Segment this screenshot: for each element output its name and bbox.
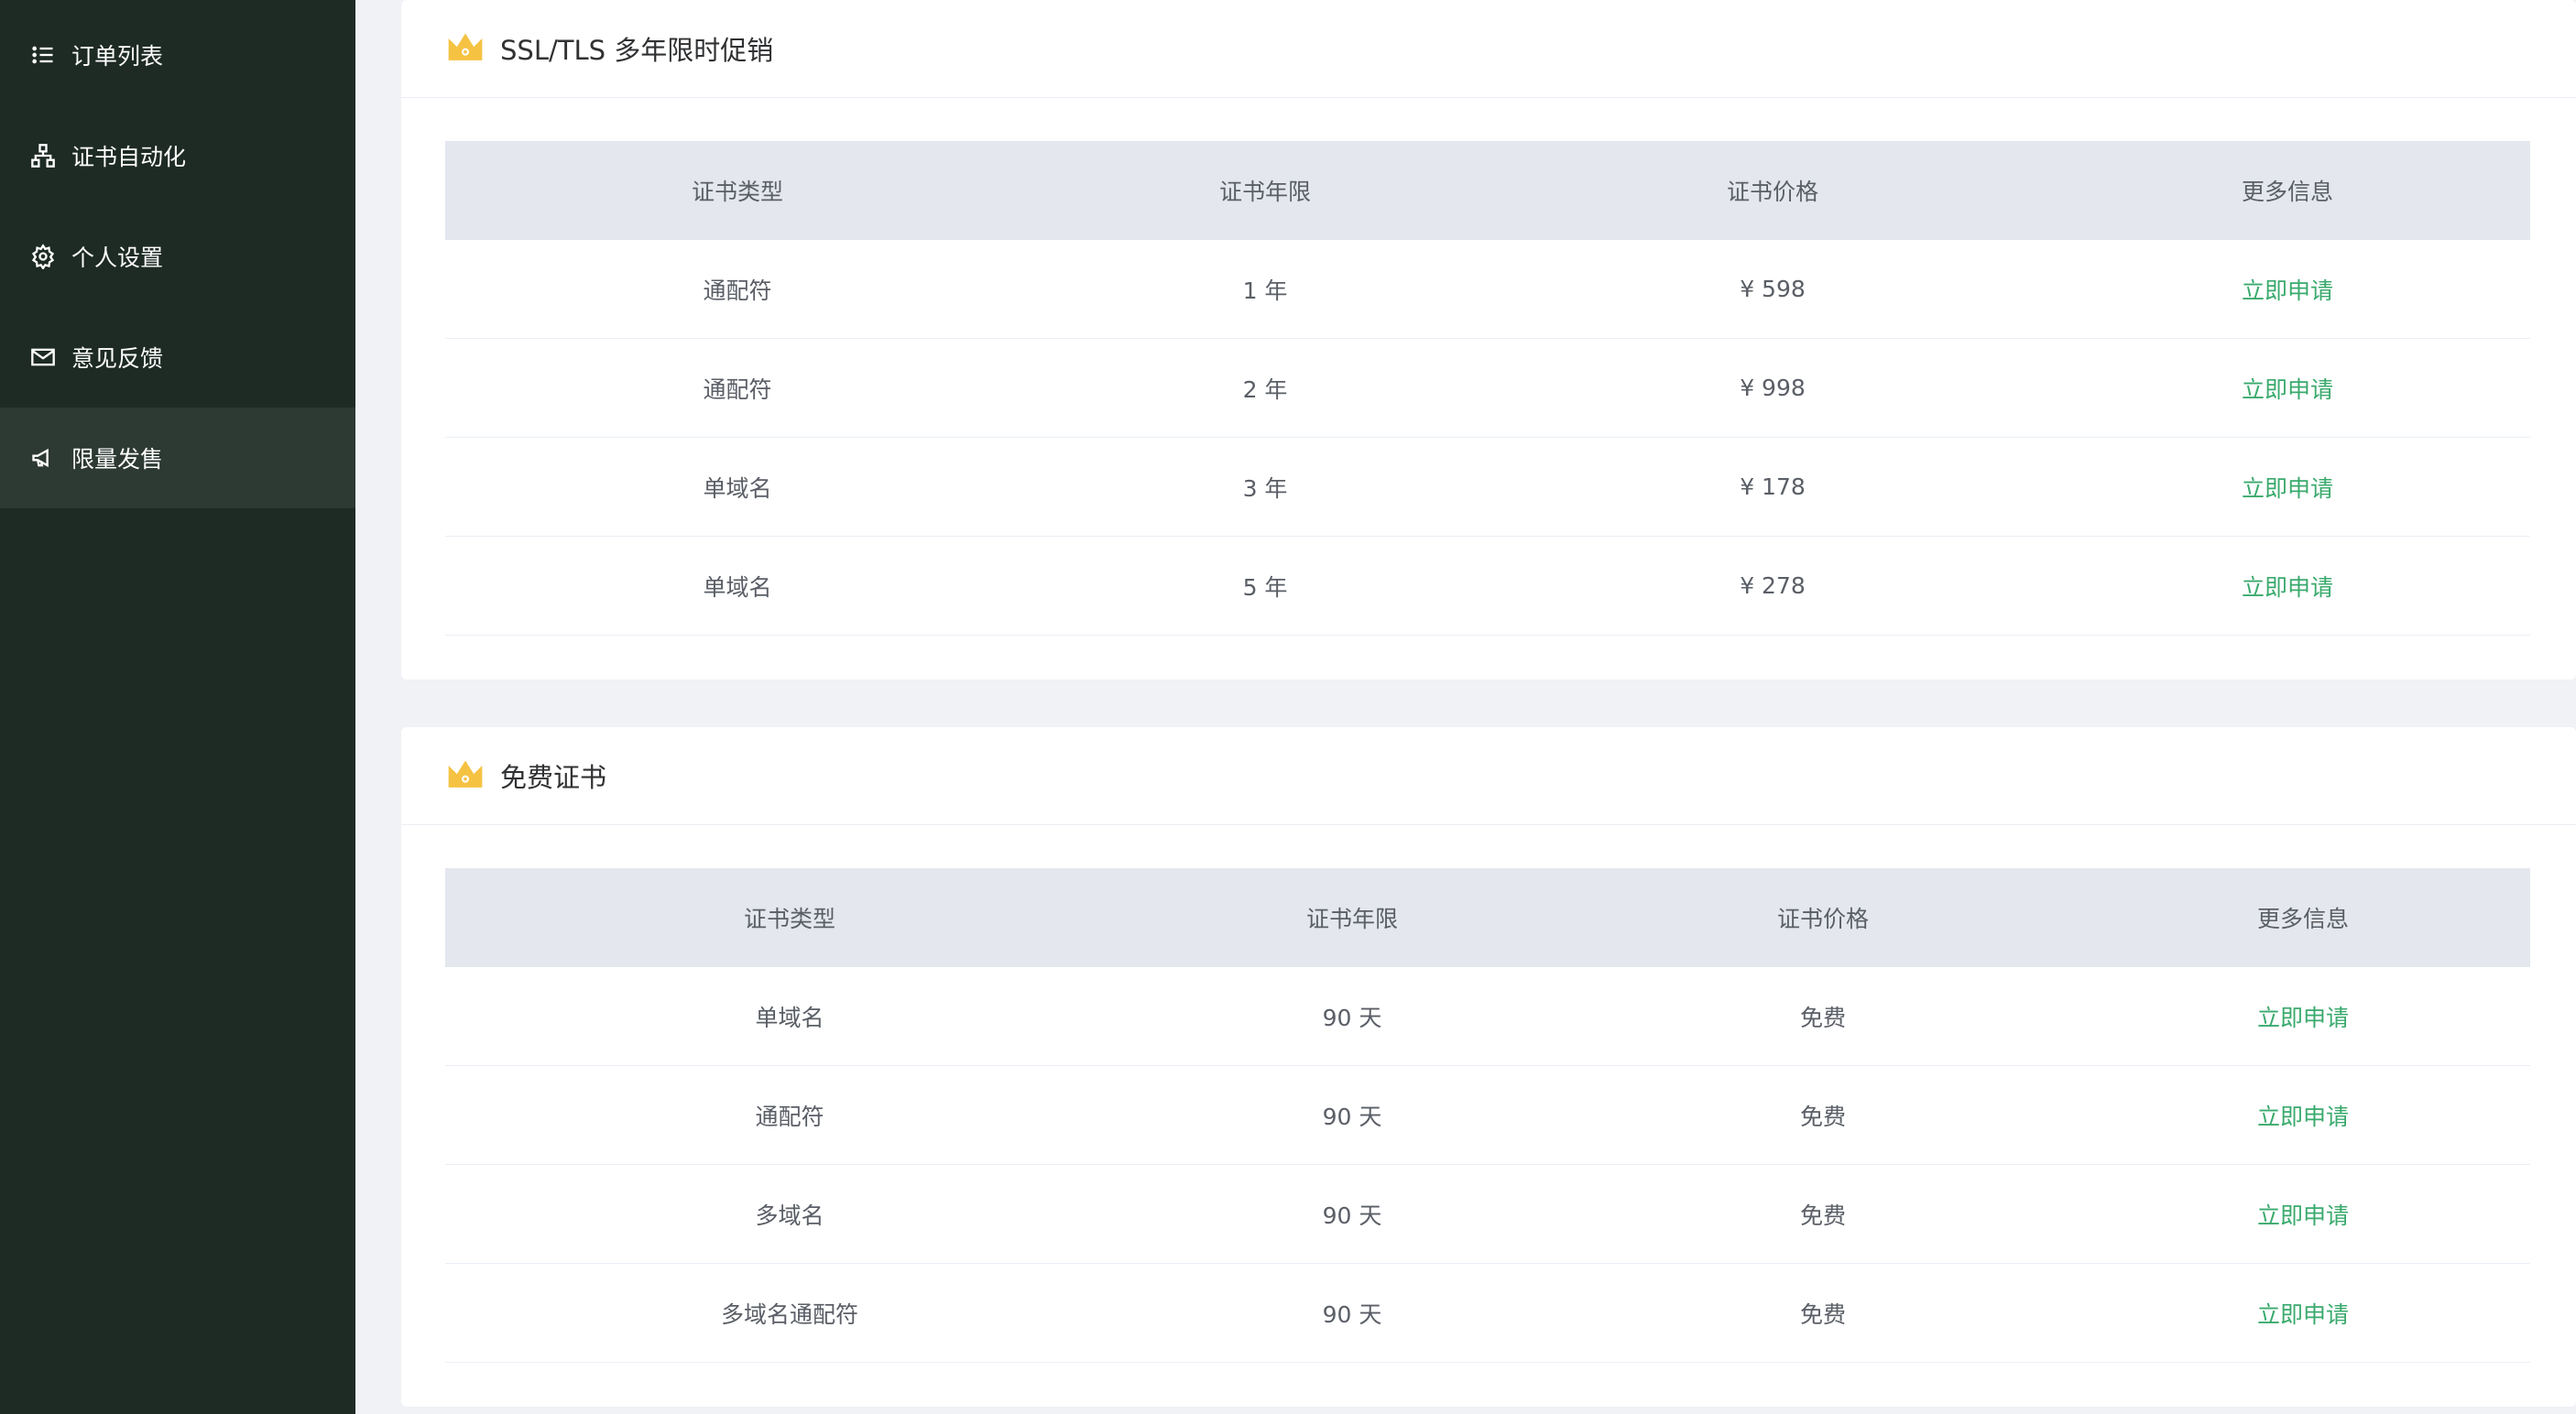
cert-price: ¥ 598: [1740, 276, 1806, 302]
table-row: 通配符 90 天 免费 立即申请: [445, 1066, 2530, 1165]
table-row: 单域名 3 年 ¥ 178 立即申请: [445, 438, 2530, 537]
table-header: 证书类型 证书年限 证书价格 更多信息: [445, 868, 2530, 967]
cert-price: 免费: [1799, 1004, 1846, 1031]
apply-link[interactable]: 立即申请: [2076, 1099, 2530, 1132]
crown-icon: [448, 33, 483, 60]
card-title: SSL/TLS 多年限时促销: [500, 35, 774, 66]
free-table: 证书类型 证书年限 证书价格 更多信息 单域名 90 天 免费 立即申请 通配符…: [445, 868, 2530, 1363]
table-row: 多域名 90 天 免费 立即申请: [445, 1165, 2530, 1264]
card-title: 免费证书: [500, 762, 607, 793]
apply-link[interactable]: 立即申请: [2045, 273, 2530, 306]
table-row: 单域名 90 天 免费 立即申请: [445, 967, 2530, 1066]
sidebar-item-limited-sale[interactable]: 限量发售: [0, 408, 355, 508]
gear-icon: [29, 243, 57, 270]
cert-duration: 1 年: [1242, 277, 1288, 304]
cert-price: 免费: [1799, 1202, 1846, 1229]
cert-type: 单域名: [703, 573, 772, 601]
sidebar-item-feedback[interactable]: 意见反馈: [0, 307, 355, 408]
sidebar-item-label: 个人设置: [71, 245, 164, 271]
list-icon: [29, 41, 57, 69]
cert-price: ¥ 178: [1740, 473, 1806, 500]
sidebar-item-settings[interactable]: 个人设置: [0, 206, 355, 307]
sidebar-item-label: 证书自动化: [71, 144, 187, 170]
crown-icon: [448, 760, 483, 788]
column-header: 证书年限: [1305, 906, 1398, 932]
column-header: 证书价格: [1776, 906, 1869, 932]
column-header: 证书类型: [743, 906, 835, 932]
table-row: 单域名 5 年 ¥ 278 立即申请: [445, 537, 2530, 636]
cert-price: 免费: [1799, 1103, 1846, 1130]
cert-duration: 90 天: [1322, 1103, 1382, 1130]
column-header: 证书价格: [1726, 179, 1818, 205]
cert-type: 多域名: [755, 1202, 824, 1229]
sidebar: 订单列表 证书自动化 个人设置 意见反馈 限量发售: [0, 0, 355, 1414]
table-header: 证书类型 证书年限 证书价格 更多信息: [445, 141, 2530, 240]
promo-card: SSL/TLS 多年限时促销 证书类型 证书年限 证书价格 更多信息 通配符 1…: [401, 0, 2576, 680]
column-header: 更多信息: [2256, 906, 2349, 932]
column-header: 证书类型: [691, 179, 783, 205]
table-row: 通配符 2 年 ¥ 998 立即申请: [445, 339, 2530, 438]
cert-type: 多域名通配符: [720, 1300, 858, 1328]
free-card: 免费证书 证书类型 证书年限 证书价格 更多信息 单域名 90 天 免费 立即申…: [401, 727, 2576, 1407]
sidebar-item-label: 订单列表: [71, 43, 164, 70]
sidebar-item-label: 限量发售: [71, 446, 164, 473]
sidebar-item-orders[interactable]: 订单列表: [0, 5, 355, 105]
table-row: 多域名通配符 90 天 免费 立即申请: [445, 1264, 2530, 1363]
sidebar-item-label: 意见反馈: [71, 345, 164, 372]
cert-type: 通配符: [703, 277, 772, 304]
column-header: 更多信息: [2241, 179, 2333, 205]
cert-duration: 90 天: [1322, 1300, 1382, 1328]
cert-price: 免费: [1799, 1300, 1846, 1328]
cert-duration: 90 天: [1322, 1004, 1382, 1031]
apply-link[interactable]: 立即申请: [2045, 570, 2530, 603]
cert-type: 单域名: [703, 474, 772, 502]
cert-price: ¥ 278: [1740, 572, 1806, 599]
cert-price: ¥ 998: [1740, 375, 1806, 401]
apply-link[interactable]: 立即申请: [2045, 471, 2530, 504]
apply-link[interactable]: 立即申请: [2076, 1297, 2530, 1330]
cert-duration: 5 年: [1242, 573, 1288, 601]
table-row: 通配符 1 年 ¥ 598 立即申请: [445, 240, 2530, 339]
cert-type: 单域名: [755, 1004, 824, 1031]
cert-duration: 2 年: [1242, 375, 1288, 403]
megaphone-icon: [29, 444, 57, 472]
sitemap-icon: [29, 142, 57, 169]
column-header: 证书年限: [1218, 179, 1311, 205]
apply-link[interactable]: 立即申请: [2045, 372, 2530, 405]
promo-table: 证书类型 证书年限 证书价格 更多信息 通配符 1 年 ¥ 598 立即申请 通…: [445, 141, 2530, 636]
cert-type: 通配符: [703, 375, 772, 403]
cert-type: 通配符: [755, 1103, 824, 1130]
cert-duration: 3 年: [1242, 474, 1288, 502]
mail-icon: [29, 343, 57, 371]
sidebar-item-automation[interactable]: 证书自动化: [0, 105, 355, 206]
apply-link[interactable]: 立即申请: [2076, 1198, 2530, 1231]
card-header: SSL/TLS 多年限时促销: [401, 0, 2576, 98]
cert-duration: 90 天: [1322, 1202, 1382, 1229]
apply-link[interactable]: 立即申请: [2076, 1000, 2530, 1033]
card-header: 免费证书: [401, 727, 2576, 825]
